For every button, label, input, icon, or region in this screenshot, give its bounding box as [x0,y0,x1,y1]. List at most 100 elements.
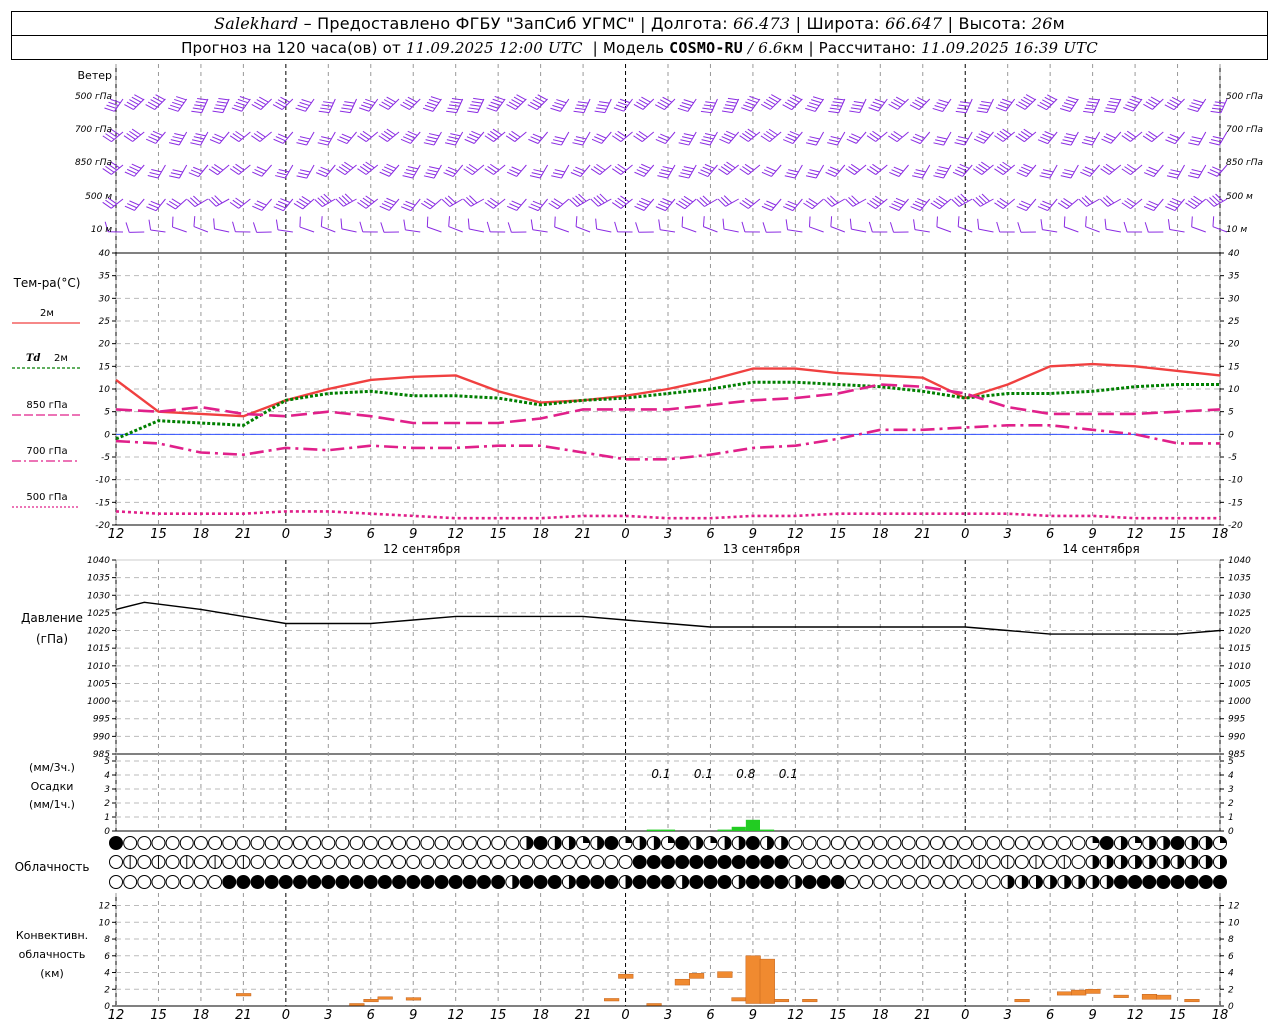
wind-barb [357,195,379,209]
barb-feather [447,195,457,204]
barb-shaft [1042,229,1058,233]
cloud-fill [774,875,788,889]
barb-shaft [936,226,952,233]
wind-barb [148,219,166,233]
convective-bar [349,1003,365,1006]
wind-barb [613,98,633,112]
wind-barb [208,164,230,176]
barb-feather [1015,135,1025,143]
convective-bar [745,955,761,1004]
wind-barb [229,197,251,209]
wind-barb [655,131,676,145]
barb-shaft [388,198,400,211]
barb-shaft [155,198,166,211]
wind-barb [190,131,209,146]
hour-tick-label: 15 [490,527,507,542]
wind-barb [972,193,994,207]
wind-barb [123,128,145,142]
precip-title: Осадки [31,780,74,793]
barb-feather [615,104,626,109]
cloud-cover-icon [392,836,407,850]
wind-barb [1037,131,1058,145]
precip-bar [745,819,760,831]
cloud-fill [774,855,788,869]
cloud-half [1036,875,1043,889]
cloud-cover-icon [802,855,817,869]
barb-feather [505,135,516,142]
hour-tick-label-bottom: 0 [282,1008,290,1023]
cloud-circle [222,855,237,869]
cloud-fill [519,875,533,889]
cloud-cover-icon [604,836,619,850]
wind-barb [741,221,760,233]
barb-feather [569,199,578,207]
barb-feather [957,107,968,111]
cloud-cover-icon [816,875,831,889]
barb-shaft [875,131,888,142]
barb-feather [211,196,220,205]
barb-feather [1142,135,1153,143]
cloud-cover-icon [689,875,704,889]
convective-tick-label-right: 2 [1228,985,1234,995]
cloud-cover-icon [434,855,449,869]
wind-barb [972,161,994,175]
barb-feather [633,103,644,110]
barb-shaft [980,198,994,207]
barb-feather [554,216,556,228]
cloud-cover-icon [1043,875,1058,889]
wind-barb [1015,94,1037,110]
wind-barb [910,131,931,145]
wind-barb [955,98,973,114]
wind-barb [550,98,570,112]
barb-feather [698,171,709,177]
wind-level-label-right: 10 м [1226,225,1247,235]
cloud-cover-icon [1113,875,1128,889]
barb-shaft [341,228,357,233]
barb-feather [1185,202,1195,210]
wind-barb [1016,198,1037,211]
wind-barb [275,219,293,233]
barb-feather [275,219,279,230]
barb-feather [741,107,752,112]
cloud-cover-icon [632,836,647,850]
barb-feather [743,104,754,109]
wind-barb [1188,131,1207,146]
temp-title: Тем-ра(°C) [13,276,81,290]
hour-tick-label: 6 [367,527,375,542]
wind-barb [462,195,485,207]
barb-shaft [1169,229,1185,233]
wind-barb [402,164,421,179]
cloud-circle [830,836,845,850]
cloud-cover-icon [1184,855,1199,869]
barb-feather [1209,197,1218,206]
barb-feather [572,197,581,206]
cloud-cover-icon [915,836,930,850]
precip-tick-label-left: 5 [104,757,110,767]
wind-barb [229,130,251,143]
barb-feather [846,138,857,144]
cloud-cover-icon [1142,875,1157,889]
barb-feather [591,138,602,144]
precip-tick-label-left: 2 [104,799,110,809]
cloud-cover-icon [887,855,902,869]
barb-shaft [620,131,633,142]
pressure-tick-label-right: 1000 [1228,697,1251,707]
cloud-fill [703,855,717,869]
barb-feather [1016,172,1027,178]
temp-tick-label-left: -5 [101,453,110,463]
cloud-circle [929,836,944,850]
hour-tick-label-bottom: 0 [961,1008,969,1023]
cloud-cover-icon [448,836,463,850]
cloud-fill [746,875,760,889]
barb-feather [578,193,587,202]
cloud-circle [321,855,336,869]
cloud-cover-icon [151,855,166,869]
cloud-circle [1071,836,1086,850]
cloud-cover-icon [406,836,421,850]
cloud-cover-icon [646,836,661,850]
barb-feather [866,202,877,209]
cloud-circle [576,855,591,869]
cloud-circle [335,836,350,850]
cloud-fill [760,855,774,869]
cloud-fill [703,875,717,889]
